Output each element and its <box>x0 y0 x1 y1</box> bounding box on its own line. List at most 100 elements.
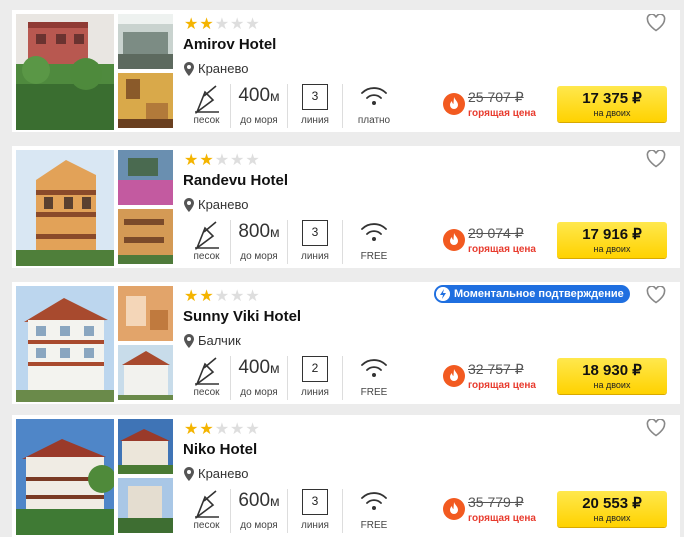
hot-price-label: горящая цена <box>468 108 536 119</box>
heart-outline-icon[interactable] <box>646 419 666 437</box>
wifi-icon <box>361 223 387 241</box>
sand-shovel-icon <box>194 490 219 519</box>
wifi-icon <box>361 359 387 377</box>
sea-distance-value: 400 <box>238 85 271 106</box>
star-icon: ★ <box>214 286 230 305</box>
beach-type: песок <box>183 220 231 264</box>
sea-distance-unit: м <box>270 224 280 240</box>
beach-type: песок <box>183 489 231 533</box>
sea-distance-label: до моря <box>240 251 278 262</box>
sea-distance-label: до моря <box>240 520 278 531</box>
heart-outline-icon[interactable] <box>646 286 666 304</box>
hotel-name[interactable]: Niko Hotel <box>183 441 257 458</box>
price-button[interactable]: 20 553 ₽ на двоих <box>557 491 667 527</box>
star-icon: ★ <box>245 419 260 438</box>
price-button[interactable]: 18 930 ₽ на двоих <box>557 358 667 394</box>
hotel-location-label: Кранево <box>198 197 249 212</box>
hotel-main-photo[interactable] <box>16 150 114 266</box>
hotel-thumbnail[interactable] <box>118 419 173 474</box>
map-pin-icon <box>184 197 194 212</box>
sand-shovel-icon <box>194 85 219 114</box>
sea-distance-unit: м <box>270 360 280 376</box>
hotel-main-photo[interactable] <box>16 286 114 402</box>
star-icon: ★ <box>230 14 245 33</box>
price-value: 17 916 ₽ <box>582 226 642 243</box>
hotel-thumbnail[interactable] <box>118 150 173 205</box>
star-icon: ★ <box>214 14 230 33</box>
beach-line-label: линия <box>301 115 329 126</box>
price-note: на двоих <box>593 380 631 390</box>
beach-type-label: песок <box>193 387 220 398</box>
wifi-label: FREE <box>360 251 388 262</box>
beach-line-value: 3 <box>302 84 328 110</box>
hotel-thumbnail[interactable] <box>118 478 173 533</box>
star-icon: ★ <box>230 150 245 169</box>
hotel-location: Балчик <box>184 333 241 348</box>
hotel-features: песок 800м до моря 3 линия FREE <box>183 220 405 264</box>
star-icon: ★ <box>184 150 199 169</box>
hotel-card[interactable]: ★ ★ ★ ★ ★ Sunny Viki Hotel Балчик Моментальн… <box>12 282 680 404</box>
sea-distance-unit: м <box>270 88 280 104</box>
hotel-card[interactable]: ★ ★ ★ ★ ★ Randevu Hotel Кранево песок 800м д… <box>12 146 680 268</box>
price-button[interactable]: 17 375 ₽ на двоих <box>557 86 667 122</box>
sea-distance-unit: м <box>270 493 280 509</box>
hotel-main-photo[interactable] <box>16 14 114 130</box>
star-icon: ★ <box>245 14 260 33</box>
star-icon: ★ <box>184 14 199 33</box>
hotel-thumbnail[interactable] <box>118 73 173 128</box>
wifi-label: FREE <box>360 520 388 531</box>
fire-icon <box>443 93 465 115</box>
hotel-card[interactable]: ★ ★ ★ ★ ★ Niko Hotel Кранево песок 600м до м… <box>12 415 680 537</box>
sea-distance-value: 800 <box>238 221 271 242</box>
beach-line-value: 3 <box>302 220 328 246</box>
map-pin-icon <box>184 61 194 76</box>
sand-shovel-icon <box>194 221 219 250</box>
beach-line-label: линия <box>301 387 329 398</box>
fire-icon <box>443 365 465 387</box>
price-value: 17 375 ₽ <box>582 90 642 107</box>
wifi-icon <box>361 87 387 105</box>
star-icon: ★ <box>184 286 199 305</box>
hotel-thumbnail[interactable] <box>118 14 173 69</box>
fire-icon <box>443 229 465 251</box>
hotel-features: песок 400м до моря 3 линия платно <box>183 84 405 128</box>
beach-type-label: песок <box>193 251 220 262</box>
wifi-label: платно <box>357 115 391 126</box>
hotel-main-photo[interactable] <box>16 419 114 535</box>
star-icon: ★ <box>199 286 214 305</box>
star-icon: ★ <box>199 419 214 438</box>
hotel-thumbnail[interactable] <box>118 286 173 341</box>
hotel-location-label: Кранево <box>198 61 249 76</box>
wifi-label: FREE <box>360 387 388 398</box>
wifi-info: FREE <box>343 489 405 533</box>
hotel-name[interactable]: Sunny Viki Hotel <box>183 308 301 325</box>
beach-type: песок <box>183 356 231 400</box>
hotel-location: Кранево <box>184 466 248 481</box>
hotel-features: песок 600м до моря 3 линия FREE <box>183 489 405 533</box>
star-icon: ★ <box>230 419 245 438</box>
hot-price-label: горящая цена <box>468 513 536 524</box>
old-price: 25 707 ₽ <box>468 89 524 105</box>
hot-price-label: горящая цена <box>468 380 536 391</box>
hotel-rating-stars: ★ ★ ★ ★ ★ <box>184 288 260 304</box>
heart-outline-icon[interactable] <box>646 14 666 32</box>
hot-price-label: горящая цена <box>468 244 536 255</box>
hotel-name[interactable]: Amirov Hotel <box>183 36 276 53</box>
star-icon: ★ <box>245 150 260 169</box>
beach-type: песок <box>183 84 231 128</box>
old-price: 35 779 ₽ <box>468 494 524 510</box>
hotel-card[interactable]: ★ ★ ★ ★ ★ Amirov Hotel Кранево песок 400м до… <box>12 10 680 132</box>
hotel-thumbnail[interactable] <box>118 345 173 400</box>
price-button[interactable]: 17 916 ₽ на двоих <box>557 222 667 258</box>
hotel-location: Кранево <box>184 61 248 76</box>
wifi-info: FREE <box>343 356 405 400</box>
star-icon: ★ <box>199 14 214 33</box>
price-note: на двоих <box>593 108 631 118</box>
heart-outline-icon[interactable] <box>646 150 666 168</box>
hotel-thumbnail[interactable] <box>118 209 173 264</box>
hotel-rating-stars: ★ ★ ★ ★ ★ <box>184 421 260 437</box>
star-icon: ★ <box>214 150 230 169</box>
hotel-name[interactable]: Randevu Hotel <box>183 172 288 189</box>
fire-icon <box>443 498 465 520</box>
hotel-location-label: Кранево <box>198 466 249 481</box>
